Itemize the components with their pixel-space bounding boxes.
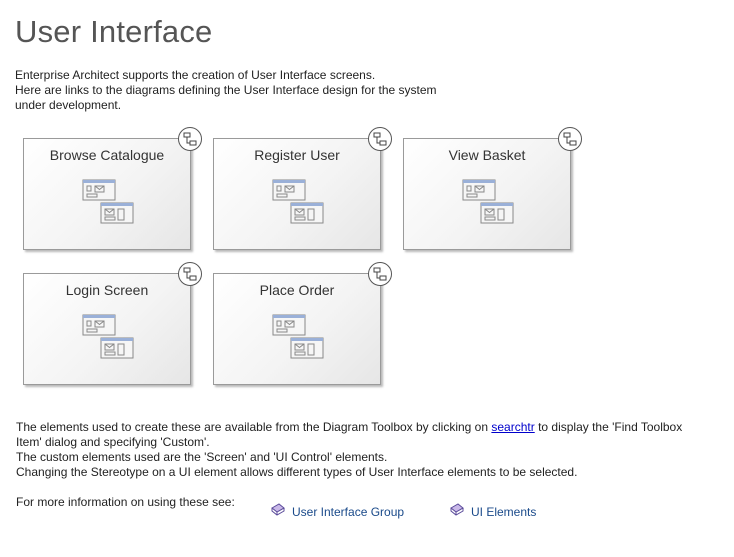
info-text-segment: The elements used to create these are av… [16, 420, 492, 434]
diagram-card-register-user[interactable]: Register User [213, 127, 392, 250]
info-line: The custom elements used are the 'Screen… [16, 450, 388, 464]
diagram-link-icon [178, 127, 202, 151]
searchtr-link[interactable]: searchtr [491, 420, 534, 434]
intro-line: Here are links to the diagrams defining … [15, 83, 437, 97]
ui-elements-link[interactable]: UI Elements [449, 502, 536, 521]
screen-icon [272, 179, 326, 230]
intro-line: Enterprise Architect supports the creati… [15, 68, 376, 82]
diagram-card-place-order[interactable]: Place Order [213, 262, 392, 385]
diagram-link-icon [368, 127, 392, 151]
card-label: Login Screen [65, 282, 149, 298]
diagram-link-icon [178, 262, 202, 286]
user-interface-group-link[interactable]: User Interface Group [270, 502, 404, 521]
card-label: View Basket [448, 147, 526, 163]
page-title: User Interface [15, 14, 213, 49]
info-line: Changing the Stereotype on a UI element … [16, 465, 578, 479]
screen-icon [82, 314, 136, 365]
card-label: Browse Catalogue [49, 147, 165, 163]
info-text: The elements used to create these are av… [16, 420, 716, 480]
intro-text: Enterprise Architect supports the creati… [15, 68, 437, 113]
diagram-link-icon [368, 262, 392, 286]
intro-line: under development. [15, 98, 122, 112]
screen-icon [462, 179, 516, 230]
info-text-segment: to display the 'Find Toolbox [534, 420, 683, 434]
screen-icon [82, 179, 136, 230]
card-label: Place Order [259, 282, 335, 298]
diagram-link-icon [558, 127, 582, 151]
diagram-card-browse-catalogue[interactable]: Browse Catalogue [23, 127, 202, 250]
help-book-icon [270, 502, 286, 521]
link-label: UI Elements [471, 504, 537, 519]
diagram-card-login-screen[interactable]: Login Screen [23, 262, 202, 385]
link-label: User Interface Group [292, 504, 405, 519]
screen-icon [272, 314, 326, 365]
diagram-card-view-basket[interactable]: View Basket [403, 127, 582, 250]
info-line: Item' dialog and specifying 'Custom'. [16, 435, 210, 449]
help-book-icon [449, 502, 465, 521]
more-info-label: For more information on using these see: [16, 495, 235, 509]
card-label: Register User [254, 147, 340, 163]
info-line: The elements used to create these are av… [16, 420, 716, 435]
